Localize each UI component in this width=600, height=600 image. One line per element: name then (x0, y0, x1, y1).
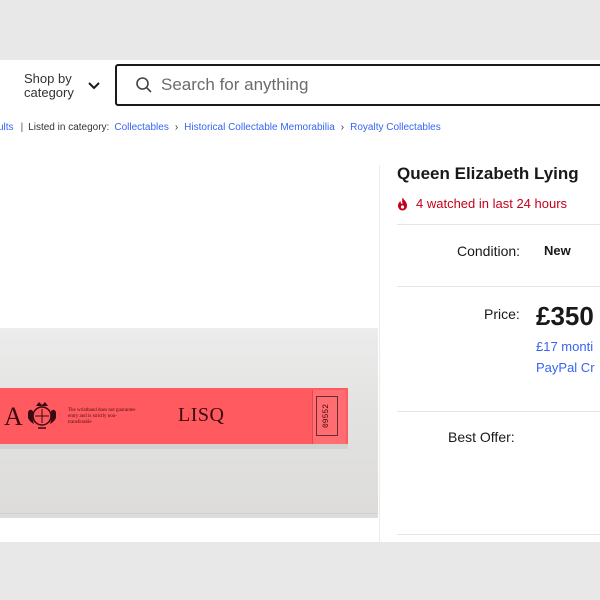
listing-page: Shop by category ults | Listed in catego… (0, 60, 600, 542)
shop-by-category-button[interactable]: Shop by category (24, 69, 114, 103)
breadcrumb-pipe: | (20, 121, 24, 133)
image-gallery[interactable]: A The wristband does not guarantee entry… (0, 165, 380, 542)
breadcrumb-listed-label: Listed in category: (28, 121, 110, 133)
watch-count: 4 watched in last 24 hours (397, 196, 567, 211)
chevron-down-icon (88, 82, 100, 90)
shop-by-category-label: Shop by category (24, 71, 74, 100)
wristband-letter: A (4, 402, 23, 431)
divider (397, 411, 600, 412)
breadcrumb-back-link[interactable]: ults (0, 122, 14, 133)
breadcrumb-item-collectables[interactable]: Collectables (114, 122, 168, 133)
price-value: £350 (536, 301, 594, 331)
condition-label: Condition: (457, 243, 521, 259)
breadcrumb: ults | Listed in category: Collectables … (0, 120, 441, 134)
wristband-serial: 09552 (316, 396, 338, 436)
chevron-right-icon: › (340, 121, 345, 133)
divider (397, 224, 600, 225)
wristband-fine-print: The wristband does not guarantee entry a… (68, 408, 136, 425)
divider (397, 534, 600, 535)
condition-value: New (544, 243, 571, 258)
breadcrumb-item-royalty[interactable]: Royalty Collectables (350, 122, 441, 133)
wristband-code: LISQ (178, 404, 225, 426)
royal-crest-icon (28, 402, 56, 429)
search-bar (115, 64, 600, 106)
monthly-payment-link[interactable]: £17 monti (536, 339, 593, 354)
flame-icon (398, 197, 407, 210)
paypal-credit-link[interactable]: PayPal Cr (536, 360, 595, 375)
listing-title: Queen Elizabeth Lying (397, 164, 579, 183)
watch-count-text: 4 watched in last 24 hours (416, 196, 568, 211)
product-photo[interactable]: A The wristband does not guarantee entry… (0, 328, 378, 518)
photo-surface-edge (0, 513, 378, 514)
price-label: Price: (484, 306, 520, 322)
search-icon (136, 77, 152, 93)
chevron-right-icon: › (174, 121, 179, 133)
divider (397, 286, 600, 287)
best-offer-label: Best Offer: (448, 429, 515, 445)
breadcrumb-item-historical[interactable]: Historical Collectable Memorabilia (184, 122, 335, 133)
wristband-shadow (0, 444, 348, 449)
search-input[interactable] (161, 75, 581, 95)
